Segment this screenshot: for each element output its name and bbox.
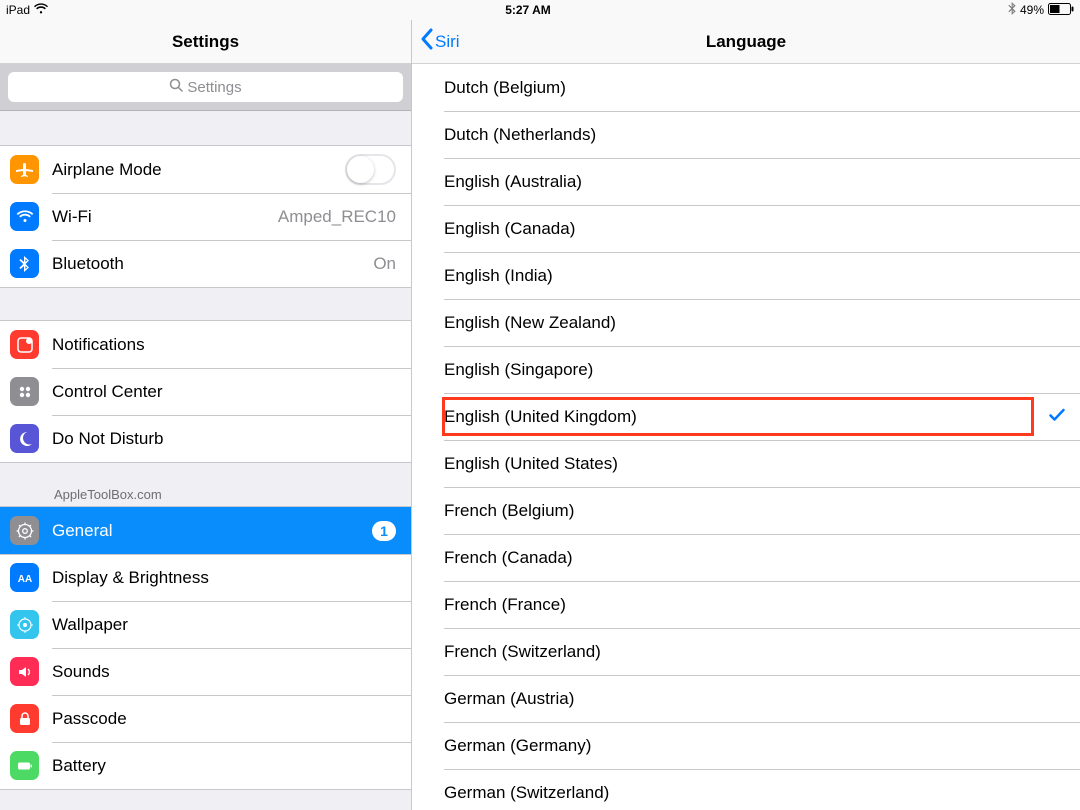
bluetooth-app-icon	[10, 249, 39, 278]
sounds-icon	[10, 657, 39, 686]
row-label: Airplane Mode	[52, 160, 345, 180]
language-label: English (United States)	[444, 454, 618, 474]
language-label: German (Switzerland)	[444, 783, 609, 803]
language-row[interactable]: English (Australia)	[412, 158, 1080, 205]
language-label: English (Canada)	[444, 219, 575, 239]
chevron-left-icon	[420, 28, 433, 55]
status-bar: iPad 5:27 AM 49%	[0, 0, 1080, 20]
language-label: English (New Zealand)	[444, 313, 616, 333]
dnd-icon	[10, 424, 39, 453]
sidebar-group-network: Airplane Mode Wi-Fi Amped_REC10 Bluetoot…	[0, 145, 411, 288]
language-row[interactable]: French (Canada)	[412, 534, 1080, 581]
airplane-toggle[interactable]	[345, 154, 396, 185]
language-row[interactable]: English (New Zealand)	[412, 299, 1080, 346]
sidebar-item-wifi[interactable]: Wi-Fi Amped_REC10	[0, 193, 411, 240]
sidebar-item-control-center[interactable]: Control Center	[0, 368, 411, 415]
settings-sidebar: Settings Settings Airplane Mode	[0, 20, 412, 810]
row-label: Sounds	[52, 662, 396, 682]
language-row[interactable]: French (Belgium)	[412, 487, 1080, 534]
wallpaper-icon	[10, 610, 39, 639]
row-label: Notifications	[52, 335, 396, 355]
language-row[interactable]: German (Austria)	[412, 675, 1080, 722]
language-list: Dutch (Belgium) Dutch (Netherlands) Englis…	[412, 64, 1080, 810]
sidebar-title: Settings	[172, 32, 239, 52]
notifications-icon	[10, 330, 39, 359]
display-icon: AA	[10, 563, 39, 592]
sidebar-item-wallpaper[interactable]: Wallpaper	[0, 601, 411, 648]
sidebar-item-general[interactable]: General 1	[0, 507, 411, 554]
detail-nav: Siri Language	[412, 20, 1080, 64]
language-label: Dutch (Netherlands)	[444, 125, 596, 145]
language-label: Dutch (Belgium)	[444, 78, 566, 98]
battery-app-icon	[10, 751, 39, 780]
back-button[interactable]: Siri	[420, 28, 460, 55]
sidebar-group-notifications: Notifications Control Center Do Not Dist…	[0, 320, 411, 463]
language-row[interactable]: Dutch (Belgium)	[412, 64, 1080, 111]
gear-icon	[10, 516, 39, 545]
row-label: Do Not Disturb	[52, 429, 396, 449]
sidebar-item-battery[interactable]: Battery	[0, 742, 411, 789]
sidebar-header: Settings	[0, 20, 411, 64]
search-icon	[169, 78, 183, 96]
sidebar-item-notifications[interactable]: Notifications	[0, 321, 411, 368]
row-label: Display & Brightness	[52, 568, 396, 588]
sidebar-item-display-brightness[interactable]: AA Display & Brightness	[0, 554, 411, 601]
language-label: English (India)	[444, 266, 553, 286]
language-label: German (Austria)	[444, 689, 574, 709]
language-row[interactable]: French (Switzerland)	[412, 628, 1080, 675]
language-label: French (Switzerland)	[444, 642, 601, 662]
sidebar-item-airplane-mode[interactable]: Airplane Mode	[0, 146, 411, 193]
language-row[interactable]: Dutch (Netherlands)	[412, 111, 1080, 158]
bluetooth-icon	[1008, 2, 1016, 18]
row-label: Control Center	[52, 382, 396, 402]
control-center-icon	[10, 377, 39, 406]
detail-pane: Siri Language Dutch (Belgium) Dutch (Neth…	[412, 20, 1080, 810]
row-label: Wallpaper	[52, 615, 396, 635]
search-placeholder: Settings	[187, 79, 241, 96]
status-time: 5:27 AM	[48, 3, 1008, 17]
row-value: Amped_REC10	[278, 207, 396, 227]
device-name: iPad	[6, 3, 30, 17]
language-row[interactable]: French (France)	[412, 581, 1080, 628]
battery-percent: 49%	[1020, 3, 1044, 17]
language-label: French (Belgium)	[444, 501, 574, 521]
general-badge: 1	[372, 521, 396, 541]
svg-text:AA: AA	[17, 574, 31, 585]
battery-icon	[1048, 3, 1074, 18]
back-label: Siri	[435, 32, 460, 52]
row-label: Wi-Fi	[52, 207, 278, 227]
detail-title: Language	[412, 32, 1080, 52]
sidebar-item-sounds[interactable]: Sounds	[0, 648, 411, 695]
language-label: French (France)	[444, 595, 566, 615]
language-label: English (Singapore)	[444, 360, 593, 380]
language-row[interactable]: English (India)	[412, 252, 1080, 299]
language-row[interactable]: German (Switzerland)	[412, 769, 1080, 810]
row-value: On	[373, 254, 396, 274]
language-row[interactable]: English (United States)	[412, 440, 1080, 487]
attribution-text: AppleToolBox.com	[0, 481, 411, 504]
language-row[interactable]: English (United Kingdom)	[412, 393, 1080, 440]
checkmark-icon	[1049, 406, 1065, 427]
row-label: General	[52, 521, 372, 541]
search-input[interactable]: Settings	[8, 72, 403, 102]
language-label: German (Germany)	[444, 736, 591, 756]
language-row[interactable]: German (Germany)	[412, 722, 1080, 769]
language-label: English (United Kingdom)	[444, 407, 637, 427]
row-label: Bluetooth	[52, 254, 373, 274]
language-row[interactable]: English (Canada)	[412, 205, 1080, 252]
language-label: French (Canada)	[444, 548, 573, 568]
language-row[interactable]: English (Singapore)	[412, 346, 1080, 393]
sidebar-group-general: General 1 AA Display & Brightness Wallpa…	[0, 506, 411, 790]
row-label: Passcode	[52, 709, 396, 729]
sidebar-item-do-not-disturb[interactable]: Do Not Disturb	[0, 415, 411, 462]
passcode-icon	[10, 704, 39, 733]
search-wrap: Settings	[0, 64, 411, 111]
language-label: English (Australia)	[444, 172, 582, 192]
row-label: Battery	[52, 756, 396, 776]
sidebar-item-bluetooth[interactable]: Bluetooth On	[0, 240, 411, 287]
sidebar-item-passcode[interactable]: Passcode	[0, 695, 411, 742]
airplane-icon	[10, 155, 39, 184]
wifi-icon	[34, 3, 48, 18]
wifi-app-icon	[10, 202, 39, 231]
